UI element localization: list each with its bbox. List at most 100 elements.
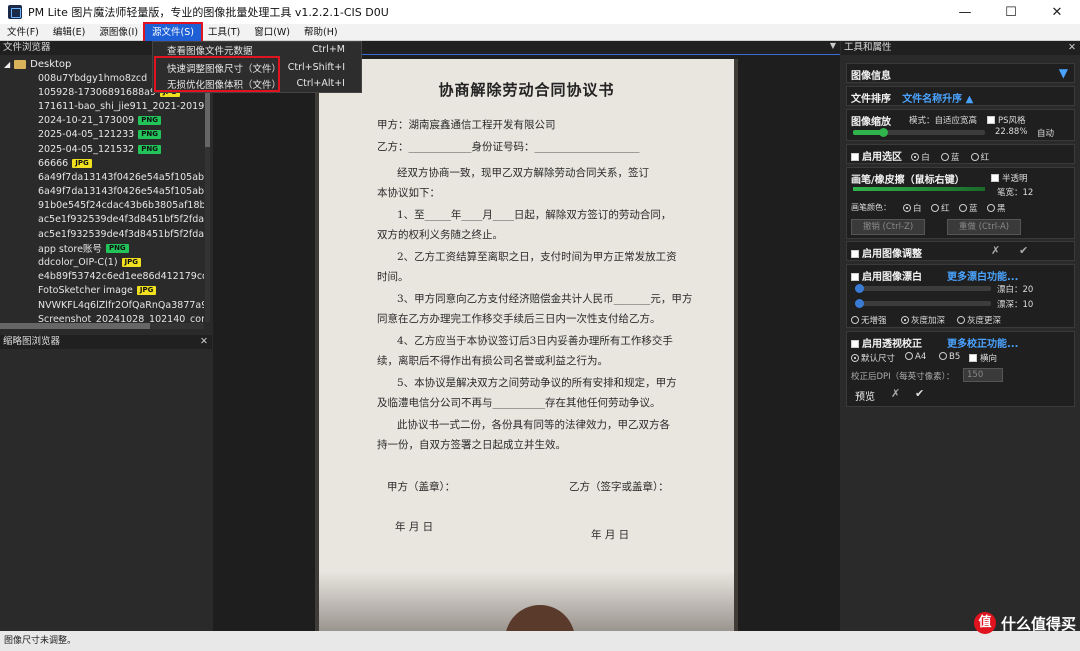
menu-tools[interactable]: 工具(T) [201, 24, 247, 41]
image-info-section[interactable]: 图像信息 ▼ [846, 63, 1075, 83]
menu-window[interactable]: 窗口(W) [247, 24, 297, 41]
document-paper: 协商解除劳动合同协议书 甲方：湖南宸鑫通信工程开发有限公司 乙方：________… [319, 59, 734, 631]
chevron-down-icon[interactable]: ▼ [830, 41, 836, 50]
perspective-checkbox[interactable] [851, 340, 859, 348]
file-name: ddcolor_OIP-C(1) [38, 257, 118, 269]
tree-item[interactable]: Screenshot_20241028_102140_com.s [0, 312, 204, 322]
more-whiten-link[interactable]: 更多漂白功能... [947, 268, 1018, 283]
document-line: 甲方（盖章）： [387, 481, 456, 493]
pen-width-slider[interactable] [853, 187, 985, 191]
menu-item-view-metadata[interactable]: 查看图像文件元数据 Ctrl+M [153, 42, 363, 57]
dpi-input[interactable]: 150 [963, 368, 1003, 382]
tree-item[interactable]: ac5e1f932539de4f3d8451bf5f2fda51 [0, 227, 204, 241]
file-type-badge: JPG [136, 286, 157, 296]
tree-item[interactable]: 2024-10-21_173009 PNG [0, 114, 204, 128]
close-icon[interactable]: ✕ [200, 335, 208, 349]
tree-item[interactable]: 171611-bao_shi_jie911_2021-2019nia [0, 99, 204, 113]
title-bar: PM Lite 图片魔法师轻量版，专业的图像批量处理工具 v1.2.2.1-CI… [0, 0, 1080, 24]
tree-item[interactable]: ac5e1f932539de4f3d8451bf5f2fda51_ [0, 213, 204, 227]
preview-button[interactable]: 预览 [855, 388, 875, 403]
menu-bar: 文件(F) 编辑(E) 源图像(I) 源文件(S) 工具(T) 窗口(W) 帮助… [0, 21, 1080, 43]
adjust-section: 启用图像调整 ✗ ✔ [846, 241, 1075, 261]
file-type-badge: JPG [72, 158, 92, 168]
menu-edit[interactable]: 编辑(E) [46, 24, 92, 41]
tree-item[interactable]: 2025-04-05_121532 PNG [0, 142, 204, 156]
undo-button[interactable]: 撤销 (Ctrl-Z) [851, 219, 925, 235]
file-name: NVWKFL4q6lZlfr2OfQaRnQa3877a9c2 [38, 299, 204, 311]
minimize-button[interactable]: — [942, 0, 988, 24]
document-line: 持一份，自双方签署之日起成立并生效。 [377, 439, 566, 451]
document-line: 时间。 [377, 271, 409, 283]
sort-toggle[interactable]: 文件名称升序 ▲ [902, 94, 973, 105]
apply-icon[interactable]: ✔ [1019, 244, 1028, 257]
selection-checkbox[interactable] [851, 153, 859, 161]
zoom-value: 22.88% [995, 127, 1028, 137]
highlight-box [154, 56, 280, 92]
menu-help[interactable]: 帮助(H) [297, 24, 345, 41]
landscape-checkbox[interactable] [969, 354, 977, 362]
file-name: 008u7Ybdgy1hmo8zcd [38, 72, 148, 84]
file-name: 91b0e545f24cdac43b6b3805af18bdd [38, 200, 204, 212]
cancel-icon[interactable]: ✗ [991, 244, 1000, 257]
file-name: FotoSketcher image [38, 285, 133, 297]
adjust-checkbox[interactable] [851, 250, 859, 258]
tree-item[interactable]: ddcolor_OIP-C(1) JPG [0, 255, 204, 269]
tree-item[interactable]: app store账号 PNG [0, 241, 204, 255]
apply-icon[interactable]: ✔ [915, 387, 924, 400]
menu-file[interactable]: 文件(F) [0, 24, 46, 41]
thumb-browser-header: 缩略图浏览器 ✕ [0, 335, 212, 349]
file-name: ac5e1f932539de4f3d8451bf5f2fda51_ [38, 214, 204, 226]
document-line: 乙方：____________身份证号码：___________________… [377, 141, 640, 153]
tree-item[interactable]: 6a49f7da13143f0426e54a5f105ab655 [0, 185, 204, 199]
maximize-button[interactable]: ☐ [988, 0, 1034, 24]
tree-item[interactable]: 2025-04-05_121233 PNG [0, 128, 204, 142]
file-name: 6a49f7da13143f0426e54a5f105ab655 [38, 171, 204, 183]
more-correction-link[interactable]: 更多校正功能... [947, 335, 1018, 350]
file-type-badge: JPG [121, 258, 142, 268]
file-name: 6a49f7da13143f0426e54a5f105ab655 [38, 186, 204, 198]
translucent-checkbox[interactable] [991, 174, 999, 182]
ps-style-checkbox[interactable] [987, 116, 995, 124]
tree-scrollbar[interactable] [205, 57, 210, 322]
tree-item[interactable]: 91b0e545f24cdac43b6b3805af18bdd [0, 199, 204, 213]
whiten-checkbox[interactable] [851, 273, 859, 281]
document-line: 双方的权利义务随之终止。 [377, 229, 503, 241]
document-line: 及临澧电信分公司不再与__________存在其他任何劳动争议。 [377, 397, 661, 409]
brush-section: 画笔/橡皮擦（鼠标右键） 半透明 笔宽：12 画笔颜色： 白 红 蓝 黑 撤销 … [846, 167, 1075, 239]
zoom-section: 图像缩放 模式：自适应宽高 PS风格 22.88% 自动 [846, 109, 1075, 141]
cancel-icon[interactable]: ✗ [891, 387, 900, 400]
document-line: 5、本协议是解决双方之间劳动争议的所有安排和规定，甲方 [397, 377, 677, 389]
tree-item[interactable]: FotoSketcher image JPG [0, 284, 204, 298]
close-icon[interactable]: ✕ [1068, 41, 1076, 55]
document-line: 续，离职后不得作出有损公司名誉或利益之行为。 [377, 355, 608, 367]
watermark: 值 什么值得买 [973, 612, 1076, 634]
zoom-slider[interactable] [853, 128, 985, 137]
tree-scrollbar-horizontal[interactable] [0, 323, 204, 329]
source-file-dropdown: 查看图像文件元数据 Ctrl+M 快速调整图像尺寸（文件） Ctrl+Shift+I… [152, 41, 362, 93]
tree-item[interactable]: e4b89f53742c6ed1ee86d412179cdfe [0, 270, 204, 284]
watermark-logo-icon: 值 [973, 612, 996, 634]
document-line: 年 月 日 [395, 521, 434, 533]
tree-item[interactable]: 6a49f7da13143f0426e54a5f105ab655 [0, 170, 204, 184]
chevron-down-icon[interactable]: ▼ [1059, 66, 1068, 80]
image-canvas[interactable]: ▼ 协商解除劳动合同协议书 甲方：湖南宸鑫通信工程开发有限公司 乙方：______… [213, 41, 840, 631]
file-name: ac5e1f932539de4f3d8451bf5f2fda51 [38, 228, 204, 240]
sort-section: 文件排序 文件名称升序 ▲ [846, 86, 1075, 106]
tree-item[interactable]: 66666 JPG [0, 156, 204, 170]
bleach-white-slider[interactable] [855, 284, 991, 293]
menu-source-file[interactable]: 源文件(S) [143, 21, 203, 43]
redo-button[interactable]: 重做 (Ctrl-A) [947, 219, 1021, 235]
document-line: 1、至_____年____月____日起，解除双方签订的劳动合同， [397, 209, 672, 221]
file-name: Screenshot_20241028_102140_com.s [38, 313, 204, 322]
tools-header: 工具和属性 ✕ [841, 41, 1080, 55]
close-button[interactable]: ✕ [1034, 0, 1080, 24]
menu-source-image[interactable]: 源图像(I) [92, 24, 145, 41]
document-line: 2、乙方工资结算至离职之日，支付时间为甲方正常发放工资 [397, 251, 677, 263]
left-panel: 文件浏览器 ◢ Desktop 008u7Ybdgy1hmo8zcd 105928… [0, 41, 212, 631]
document-line: 3、甲方同意向乙方支付经济赔偿金共计人民币_______元，甲方 [397, 293, 693, 305]
file-name: 105928-17306891688a9 [38, 86, 157, 98]
tree-item[interactable]: NVWKFL4q6lZlfr2OfQaRnQa3877a9c2 [0, 298, 204, 312]
file-name: 2024-10-21_173009 [38, 115, 135, 127]
document-line: 乙方（签字或盖章）： [569, 481, 669, 493]
bleach-dark-slider[interactable] [855, 299, 991, 308]
